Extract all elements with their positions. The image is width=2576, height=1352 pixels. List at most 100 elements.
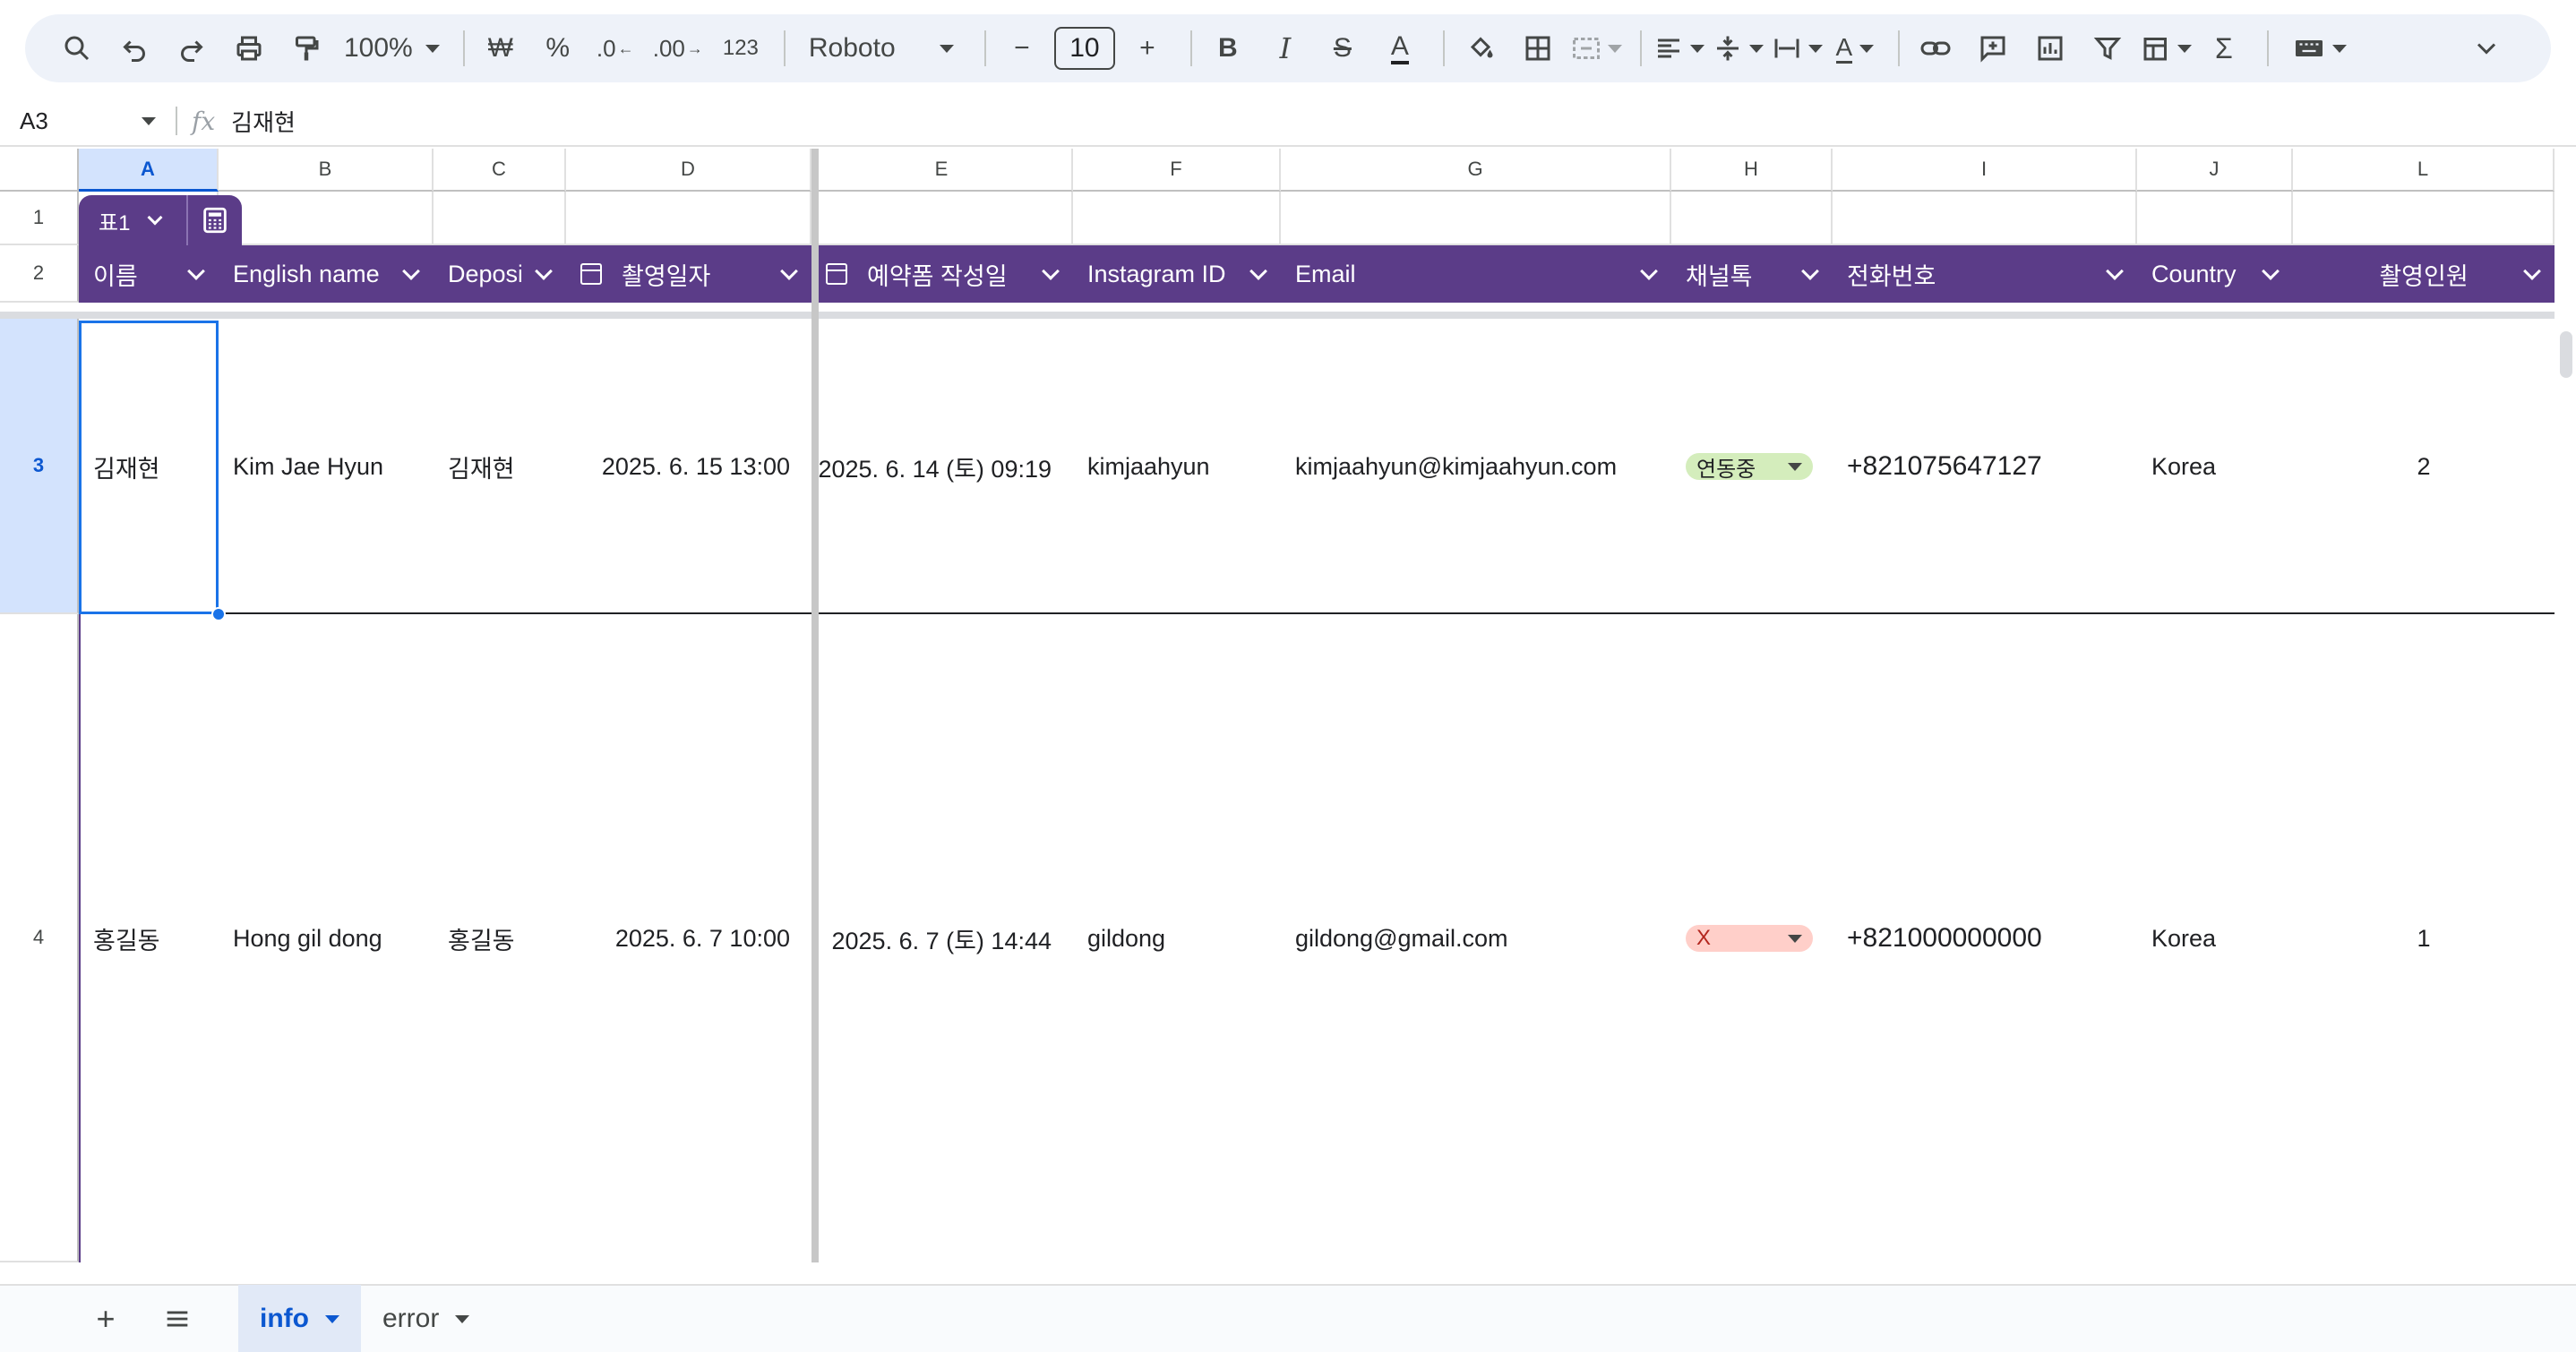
row-header-2[interactable]: 2 — [0, 245, 79, 303]
row-header-1[interactable]: 1 — [0, 192, 79, 245]
cell-instagram[interactable]: kimjaahyun — [1073, 319, 1281, 614]
insert-comment-button[interactable] — [1968, 23, 2018, 73]
cell-people[interactable]: 2 — [2293, 319, 2555, 614]
insert-link-button[interactable] — [1911, 23, 1961, 73]
paint-format-button[interactable] — [281, 23, 331, 73]
frozen-columns-divider[interactable] — [811, 149, 819, 1262]
frozen-rows-divider[interactable] — [0, 312, 2555, 319]
table-column-header[interactable]: Instagram ID — [1073, 245, 1281, 303]
cell-instagram[interactable]: gildong — [1073, 614, 1281, 1262]
cell-email[interactable]: gildong@gmail.com — [1281, 614, 1671, 1262]
column-header-j[interactable]: J — [2137, 149, 2293, 192]
cell-english-name[interactable]: Kim Jae Hyun — [219, 319, 434, 614]
column-header-i[interactable]: I — [1833, 149, 2137, 192]
column-header-f[interactable]: F — [1073, 149, 1281, 192]
vertical-align-button[interactable] — [1712, 23, 1764, 73]
add-sheet-button[interactable]: + — [81, 1294, 131, 1344]
search-menu-button[interactable] — [52, 23, 102, 73]
status-chip[interactable]: X — [1686, 925, 1813, 952]
cell-email[interactable]: kimjaahyun@kimjaahyun.com — [1281, 319, 1671, 614]
table-name-chip[interactable]: 표1 — [79, 195, 242, 245]
fill-color-button[interactable] — [1455, 23, 1506, 73]
select-all-corner[interactable] — [0, 149, 79, 192]
column-header-g[interactable]: G — [1281, 149, 1671, 192]
table-column-header[interactable]: English name — [219, 245, 434, 303]
column-header-a[interactable]: A — [79, 149, 219, 192]
table-column-header[interactable]: 전화번호 — [1833, 245, 2137, 303]
cell-shoot-date[interactable]: 2025. 6. 15 13:00 — [566, 319, 811, 614]
table-column-header[interactable]: Email — [1281, 245, 1671, 303]
more-formats-button[interactable]: 123 — [716, 23, 766, 73]
table-column-header[interactable]: 촬영인원 — [2293, 245, 2555, 303]
vertical-scrollbar[interactable] — [2555, 319, 2576, 1214]
bold-button[interactable]: B — [1203, 23, 1253, 73]
name-box[interactable]: A3 — [0, 96, 176, 146]
cell-depositor[interactable]: 김재현 — [434, 319, 566, 614]
sheet-tab-info[interactable]: info — [238, 1285, 361, 1352]
percent-format-button[interactable]: % — [533, 23, 583, 73]
horizontal-align-button[interactable] — [1653, 23, 1704, 73]
cell-country[interactable]: Korea — [2137, 614, 2293, 1262]
row-header-3[interactable]: 3 — [0, 319, 79, 614]
vertical-scroll-thumb[interactable] — [2560, 331, 2572, 378]
strikethrough-button[interactable]: S — [1318, 23, 1368, 73]
cell-form-date[interactable]: 2025. 6. 7 (토) 14:44 — [811, 614, 1073, 1262]
sheet-tab-error[interactable]: error — [361, 1285, 491, 1352]
cell-country[interactable]: Korea — [2137, 319, 2293, 614]
font-size-input[interactable]: 10 — [1053, 27, 1115, 70]
table-column-header[interactable]: Deposi — [434, 245, 566, 303]
italic-button[interactable]: I — [1260, 23, 1310, 73]
fill-handle[interactable] — [211, 607, 226, 621]
column-header-l[interactable]: L — [2293, 149, 2555, 192]
table-options-button[interactable] — [2140, 23, 2192, 73]
column-header-h[interactable]: H — [1671, 149, 1833, 192]
selected-cell[interactable] — [79, 321, 219, 614]
column-header-c[interactable]: C — [434, 149, 566, 192]
table-settings-button[interactable] — [188, 205, 242, 235]
column-header-d[interactable]: D — [566, 149, 811, 192]
merge-cells-button[interactable] — [1570, 23, 1622, 73]
text-color-button[interactable]: A — [1375, 23, 1425, 73]
print-button[interactable] — [224, 23, 274, 73]
table-column-header[interactable]: 촬영일자 — [566, 245, 811, 303]
table-column-header[interactable]: 예약폼 작성일 — [811, 245, 1073, 303]
cell-phone[interactable]: +821075647127 — [1833, 319, 2137, 614]
functions-button[interactable]: Σ — [2199, 23, 2249, 73]
zoom-select[interactable]: 100% — [339, 23, 445, 73]
cell-form-date[interactable]: 2025. 6. 14 (토) 09:19 — [811, 319, 1073, 614]
column-header-b[interactable]: B — [219, 149, 434, 192]
table-column-header[interactable]: 이름 — [79, 245, 219, 303]
formula-input[interactable]: 김재현 — [231, 105, 296, 138]
cell-channel[interactable]: X — [1671, 614, 1833, 1262]
decrease-decimal-button[interactable]: .0 ← — [590, 23, 640, 73]
cell-people[interactable]: 1 — [2293, 614, 2555, 1262]
status-chip[interactable]: 연동중 — [1686, 453, 1813, 482]
create-filter-button[interactable] — [2082, 23, 2133, 73]
increase-decimal-button[interactable]: .00 → — [648, 23, 708, 73]
currency-format-button[interactable]: ₩ — [476, 23, 526, 73]
cell-english-name[interactable]: Hong gil dong — [219, 614, 434, 1262]
row-header-4[interactable]: 4 — [0, 614, 79, 1262]
increase-font-size-button[interactable]: + — [1122, 23, 1172, 73]
column-header-e[interactable]: E — [811, 149, 1073, 192]
text-rotation-button[interactable]: A — [1830, 23, 1880, 73]
horizontal-scrollbar[interactable] — [819, 1261, 2555, 1262]
undo-button[interactable] — [109, 23, 159, 73]
cell-phone[interactable]: +821000000000 — [1833, 614, 2137, 1262]
font-family-select[interactable]: Roboto — [796, 23, 966, 73]
hide-menus-button[interactable] — [2461, 23, 2512, 73]
cell-name[interactable]: 홍길동 — [79, 614, 219, 1262]
cell-channel[interactable]: 연동중 — [1671, 319, 1833, 614]
table-column-header[interactable]: Country — [2137, 245, 2293, 303]
all-sheets-button[interactable] — [152, 1294, 202, 1344]
cell-shoot-date[interactable]: 2025. 6. 7 10:00 — [566, 614, 811, 1262]
table-name-dropdown[interactable]: 표1 — [79, 195, 188, 245]
text-wrapping-button[interactable] — [1771, 23, 1823, 73]
input-tools-button[interactable] — [2280, 23, 2360, 73]
cell-depositor[interactable]: 홍길동 — [434, 614, 566, 1262]
borders-button[interactable] — [1513, 23, 1563, 73]
decrease-font-size-button[interactable]: − — [997, 23, 1047, 73]
redo-button[interactable] — [167, 23, 217, 73]
table-column-header[interactable]: 채널톡 — [1671, 245, 1833, 303]
insert-chart-button[interactable] — [2025, 23, 2075, 73]
